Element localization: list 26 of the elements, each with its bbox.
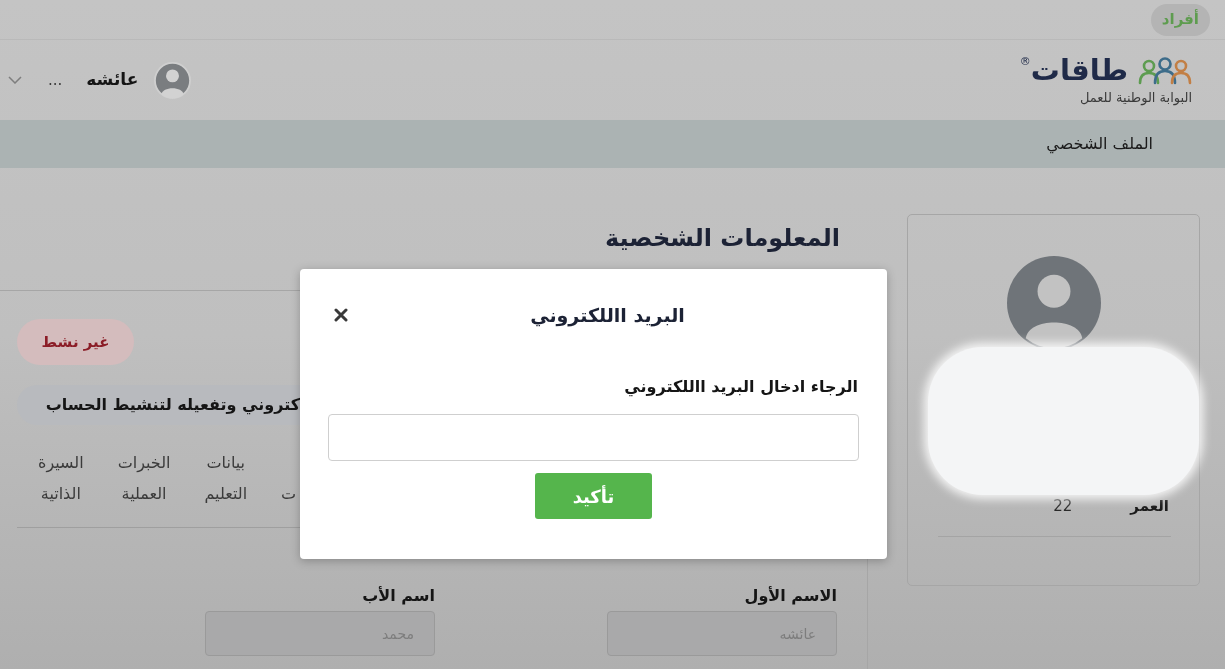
status-badge: غير نشط (17, 319, 134, 365)
chevron-down-icon[interactable] (8, 76, 22, 84)
close-button[interactable] (334, 308, 348, 322)
logo-wordmark: طاقات (1030, 56, 1128, 85)
people-logo-icon (1138, 56, 1192, 85)
profile-tab[interactable]: بيانات التعليم (204, 447, 248, 509)
field-label: الاسم الأول (743, 586, 837, 606)
email-prompt: الرجاء ادخال البريد االلكتروني (623, 377, 859, 397)
logo-tagline: البوابة الوطنية للعمل (1079, 91, 1192, 104)
dialog-title: البريد االلكتروني (529, 302, 686, 329)
user-avatar-icon (154, 61, 192, 99)
profile-avatar-icon (1006, 256, 1101, 350)
email-field[interactable] (328, 414, 859, 461)
more-dots[interactable]: ... (48, 68, 63, 92)
profile-tab[interactable]: الخبرات العملية (117, 447, 171, 509)
profile-tab[interactable]: ت (281, 478, 297, 509)
page-title: المعلومات الشخصية (604, 226, 840, 250)
field-label: اسم الأب (361, 586, 435, 606)
profile-tab[interactable]: السيرة الذاتية (38, 447, 84, 509)
notice-text: كتروني وتفعيله لتنشيط الحساب (17, 385, 300, 425)
close-icon (334, 308, 348, 322)
age-label: العمر (1130, 495, 1169, 517)
nav-link[interactable]: الملف الشخصي (1046, 132, 1153, 156)
age-value: 22 (1053, 495, 1073, 517)
user-name[interactable]: عائشه (86, 67, 139, 93)
registered-mark: ® (1019, 56, 1031, 67)
